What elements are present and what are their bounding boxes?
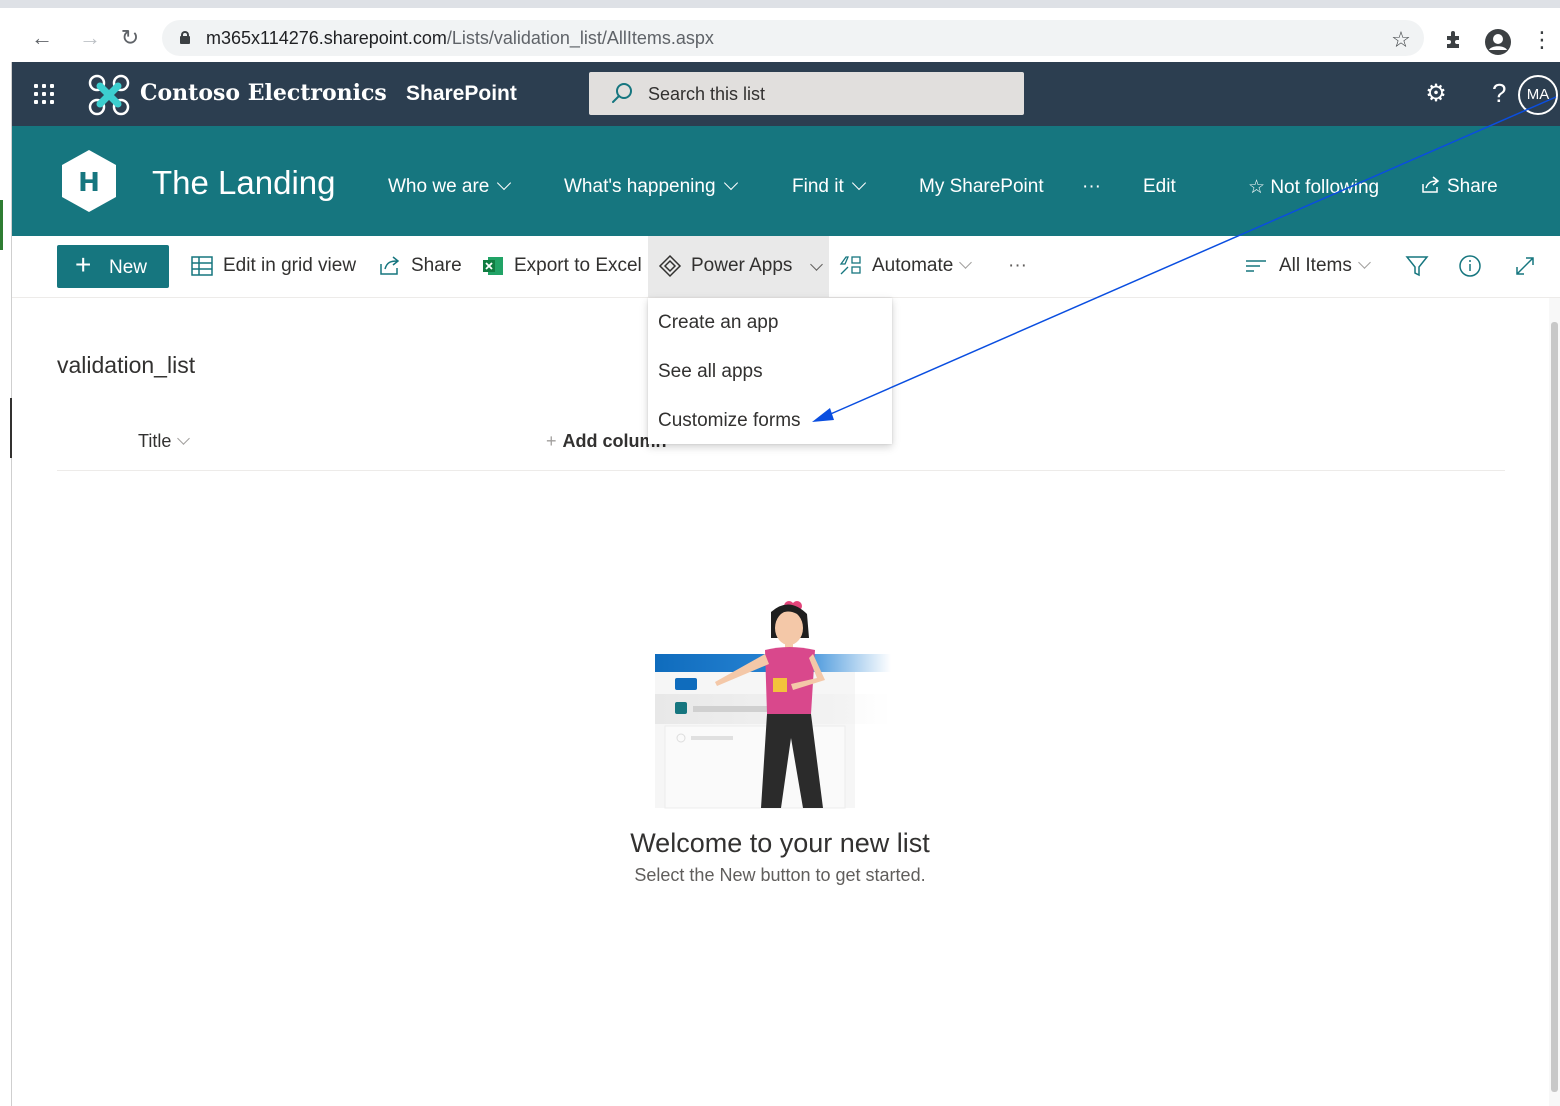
- info-icon[interactable]: [1458, 254, 1482, 278]
- menu-item-see-all-apps[interactable]: See all apps: [658, 361, 763, 383]
- power-apps-icon: [658, 254, 682, 278]
- grid-view-icon: [191, 256, 213, 276]
- reload-icon[interactable]: ↻: [118, 26, 142, 50]
- power-apps-button[interactable]: Power Apps: [648, 236, 829, 297]
- nav-whats-happening[interactable]: What's happening: [564, 175, 738, 198]
- export-to-excel-button[interactable]: Export to Excel: [514, 255, 642, 277]
- view-selector[interactable]: All Items: [1279, 255, 1371, 277]
- chevron-down-icon: [1357, 256, 1371, 269]
- chevron-down-icon: [810, 258, 823, 271]
- menu-item-customize-forms[interactable]: Customize forms: [658, 410, 801, 432]
- nav-more[interactable]: ···: [1082, 176, 1101, 198]
- star-icon: ☆: [1248, 177, 1266, 198]
- help-icon[interactable]: ?: [1492, 78, 1506, 109]
- app-name[interactable]: SharePoint: [406, 82, 517, 106]
- excel-icon: [483, 257, 503, 275]
- site-header: H The Landing Who we are What's happenin…: [12, 126, 1560, 236]
- share-icon: [380, 256, 400, 275]
- column-header-title[interactable]: Title: [138, 431, 191, 452]
- power-apps-menu: Create an app See all apps Customize for…: [648, 298, 892, 444]
- edge-marker: [10, 398, 12, 458]
- empty-state-heading: Welcome to your new list: [630, 828, 930, 858]
- more-commands-button[interactable]: ···: [1008, 255, 1027, 277]
- browser-menu-icon[interactable]: ⋮: [1530, 28, 1554, 52]
- site-logo-icon[interactable]: H: [58, 148, 120, 214]
- site-share-button[interactable]: Share: [1421, 176, 1498, 198]
- address-bar[interactable]: m365x114276.sharepoint.com/Lists/validat…: [162, 20, 1424, 56]
- app-launcher-icon[interactable]: [34, 84, 54, 104]
- window-edge: [0, 0, 12, 1106]
- command-bar: + New Edit in grid view Share Export to …: [12, 236, 1560, 298]
- contoso-logo-icon: [88, 74, 130, 116]
- extensions-icon[interactable]: [1442, 28, 1466, 52]
- nav-find-it[interactable]: Find it: [792, 175, 866, 198]
- brand-name[interactable]: Contoso Electronics: [140, 80, 387, 106]
- browser-toolbar: ← → ↻ m365x114276.sharepoint.com/Lists/v…: [0, 0, 1560, 62]
- search-input[interactable]: Search this list: [589, 72, 1024, 115]
- lock-icon: [180, 31, 190, 44]
- site-title[interactable]: The Landing: [152, 164, 335, 202]
- share-button[interactable]: Share: [411, 255, 462, 277]
- avatar[interactable]: MA: [1518, 75, 1558, 115]
- url-text: m365x114276.sharepoint.com/Lists/validat…: [206, 28, 714, 48]
- forward-icon[interactable]: →: [78, 26, 102, 50]
- search-icon: [612, 83, 632, 103]
- follow-button[interactable]: ☆ Not following: [1248, 176, 1379, 199]
- plus-icon: +: [75, 249, 92, 280]
- view-lines-icon: [1246, 260, 1266, 272]
- nav-edit[interactable]: Edit: [1143, 176, 1176, 198]
- nav-my-sharepoint[interactable]: My SharePoint: [919, 176, 1044, 198]
- new-button[interactable]: + New: [57, 245, 169, 288]
- empty-list-illustration: [655, 601, 891, 809]
- divider: [57, 470, 1505, 471]
- filter-icon[interactable]: [1405, 254, 1429, 278]
- share-icon: [1422, 176, 1440, 193]
- expand-icon[interactable]: [1513, 254, 1537, 278]
- search-placeholder: Search this list: [648, 84, 766, 104]
- nav-who-we-are[interactable]: Who we are: [388, 175, 512, 198]
- svg-text:H: H: [78, 168, 100, 198]
- menu-item-create-an-app[interactable]: Create an app: [658, 312, 778, 334]
- chevron-down-icon: [497, 175, 512, 191]
- automate-button[interactable]: Automate: [872, 255, 973, 277]
- empty-state-subtext: Select the New button to get started.: [634, 865, 926, 885]
- page-scrollbar[interactable]: [1549, 298, 1560, 1106]
- back-icon[interactable]: ←: [30, 26, 54, 50]
- profile-icon[interactable]: [1484, 28, 1511, 55]
- edit-grid-view-button[interactable]: Edit in grid view: [223, 255, 356, 277]
- plus-icon: +: [546, 431, 557, 451]
- settings-gear-icon[interactable]: ⚙: [1422, 80, 1450, 108]
- suite-bar: Contoso Electronics SharePoint Search th…: [12, 62, 1560, 126]
- chevron-down-icon: [177, 432, 191, 445]
- bookmark-star-icon[interactable]: ☆: [1389, 28, 1413, 52]
- list-title: validation_list: [57, 352, 196, 378]
- edge-marker: [0, 200, 3, 250]
- chevron-down-icon: [723, 175, 738, 191]
- chevron-down-icon: [851, 175, 866, 191]
- scrollbar-thumb[interactable]: [1551, 322, 1558, 1092]
- automate-icon: [839, 256, 861, 275]
- chevron-down-icon: [959, 256, 973, 269]
